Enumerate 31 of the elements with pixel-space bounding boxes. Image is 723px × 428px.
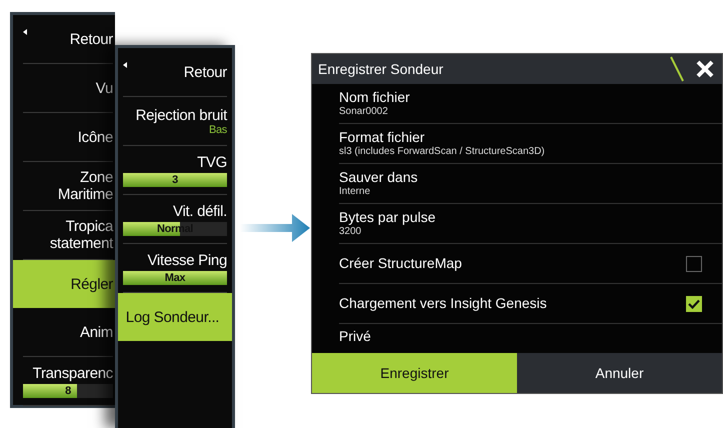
- slider[interactable]: 3: [123, 172, 227, 186]
- slider[interactable]: 8: [23, 384, 113, 398]
- checkbox[interactable]: [686, 296, 702, 312]
- menu-item[interactable]: Vitesse Ping Max: [123, 244, 227, 293]
- checkbox[interactable]: [686, 256, 702, 272]
- slider[interactable]: Max: [123, 270, 227, 284]
- checkbox-label: Chargement vers Insight Genesis: [339, 295, 547, 312]
- menu-item[interactable]: Zone Maritime: [23, 162, 113, 211]
- menu-item[interactable]: Vu: [23, 64, 113, 113]
- menu-item[interactable]: TVG 3: [123, 146, 227, 195]
- menu-item[interactable]: Retour: [23, 15, 113, 64]
- dialog-button[interactable]: Enregistrer: [312, 353, 517, 393]
- slash-icon: [670, 56, 684, 82]
- setting-row[interactable]: Nom fichier Sonar0002: [339, 84, 722, 124]
- back-arrow-icon: [23, 29, 27, 35]
- menu-item[interactable]: Retour: [123, 48, 227, 97]
- setting-row[interactable]: Bytes par pulse 3200: [339, 204, 722, 244]
- close-icon[interactable]: [696, 60, 714, 78]
- dialog-title: Enregistrer Sondeur: [318, 61, 444, 77]
- dialog-button[interactable]: Annuler: [517, 353, 722, 393]
- menu-item[interactable]: Log Sondeur...: [118, 293, 232, 341]
- setting-row[interactable]: Privé: [339, 324, 722, 353]
- back-arrow-icon: [123, 62, 127, 68]
- checkbox-label: Créer StructureMap: [339, 255, 462, 272]
- menu-item[interactable]: Rejection bruit Bas: [123, 97, 227, 146]
- menu-item[interactable]: Anim: [23, 308, 113, 357]
- menu-item[interactable]: Transparenc 8: [23, 357, 113, 406]
- setting-row[interactable]: Sauver dans Interne: [339, 164, 722, 204]
- arrow-icon: [240, 214, 310, 242]
- menu-item[interactable]: Icône: [23, 113, 113, 162]
- setting-row[interactable]: Format fichier sl3 (includes ForwardScan / StructureScan3D): [339, 124, 722, 164]
